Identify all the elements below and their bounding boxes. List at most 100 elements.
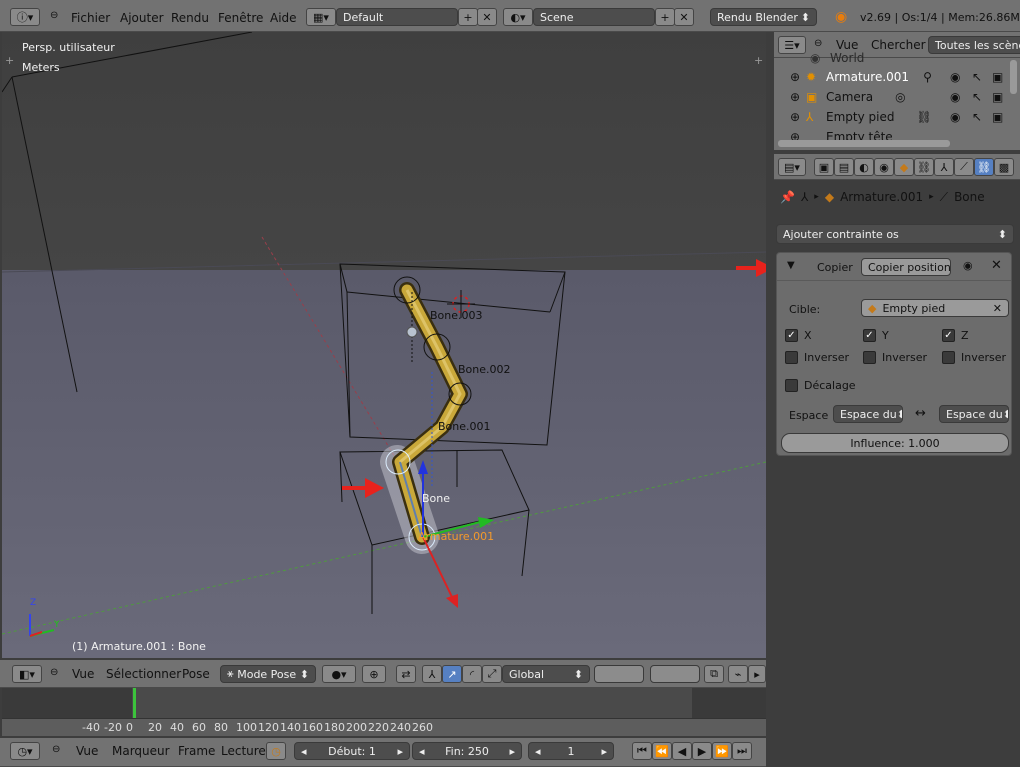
decrement-icon[interactable]: ◂ [535,745,541,758]
area-divider-vertical[interactable] [766,32,774,767]
properties-editor-type-icon[interactable]: ▤▾ [778,158,806,176]
collapse-panel-icon[interactable]: ▼ [787,260,795,271]
layer-buttons-b[interactable] [650,665,700,683]
bone-constraints-tab-icon[interactable]: ⛓ [974,158,994,176]
constraint-name[interactable]: Copier [817,261,853,274]
remove-scene-icon[interactable]: ✕ [674,8,694,26]
pin-icon[interactable]: 📌 [780,190,795,204]
invert-y-checkbox[interactable]: Inverser [863,351,927,364]
expand-icon[interactable]: ⊕ [790,110,806,124]
viewport-shading-icon[interactable]: ●▾ [322,665,356,683]
scene-icon[interactable]: ◐▾ [503,8,533,26]
menu-aide[interactable]: Aide [270,11,297,25]
armature-data-tab-icon[interactable]: ⅄ [934,158,954,176]
timeline-track[interactable] [2,688,766,718]
layers-tab-icon[interactable]: ▤ [834,158,854,176]
current-frame-marker[interactable] [133,688,136,718]
expand-icon[interactable]: ⊕ [790,90,806,104]
menu-vue-timeline[interactable]: Vue [76,744,98,758]
visibility-eye-icon[interactable]: ◉ [950,70,960,84]
menu-frame[interactable]: Frame [178,744,215,758]
render-camera-icon[interactable]: ▣ [992,90,1003,104]
target-field[interactable]: ◆ Empty pied ✕ [861,299,1009,317]
menu-rendu[interactable]: Rendu [171,11,209,25]
select-arrow-icon[interactable]: ↖ [972,90,982,104]
render-camera-icon[interactable]: ▣ [992,70,1003,84]
target-space-select[interactable]: Espace du⬍ [939,405,1009,423]
offset-checkbox[interactable]: Décalage [785,379,856,392]
outliner-row-world[interactable]: ◉ World [774,48,1020,68]
use-y-checkbox[interactable]: ✓ Y [863,329,889,342]
use-z-checkbox[interactable]: ✓ Z [942,329,969,342]
collapse-header-icon[interactable]: ⊖ [50,667,58,678]
play-icon[interactable]: ▶ [692,742,712,760]
outliner-row-empty-pied[interactable]: ⊕ ⅄ Empty pied ⛓ ◉ ↖ ▣ [774,107,1020,127]
texture-tab-icon[interactable]: ▩ [994,158,1014,176]
expand-icon[interactable]: ⊕ [790,70,806,84]
add-region-icon-left[interactable]: + [5,54,14,67]
pose-lock-icon[interactable]: ⇄ [396,665,416,683]
rotate-manipulator-icon[interactable]: ◜ [462,665,482,683]
menu-fichier[interactable]: Fichier [71,11,110,25]
outliner-row-camera[interactable]: ⊕ ▣ Camera ◎ ◉ ↖ ▣ [774,87,1020,107]
jump-start-icon[interactable]: ⏮ [632,742,652,760]
collapse-menus-icon[interactable]: ⊖ [50,10,58,21]
increment-icon[interactable]: ▸ [601,745,607,758]
info-editor-type-button[interactable]: ⓘ▾ [10,8,40,26]
screen-layout-field[interactable]: Default [336,8,458,26]
play-reverse-icon[interactable]: ◀ [672,742,692,760]
menu-marqueur[interactable]: Marqueur [112,744,170,758]
3d-viewport[interactable]: Persp. utilisateur Meters Bone.003 Bone.… [2,32,766,658]
use-x-checkbox[interactable]: ✓ X [785,329,812,342]
jump-key-back-icon[interactable]: ⏪ [652,742,672,760]
add-bone-constraint-select[interactable]: Ajouter contrainte os ⬍ [776,224,1014,244]
outliner-scrollbar[interactable] [1010,60,1017,94]
view3d-editor-type-icon[interactable]: ◧▾ [12,665,42,683]
timeline-ruler[interactable]: -40 -20 0 20 40 60 80 100 120 140 160 180 200 220 240 2… [2,718,766,736]
timeline-editor-type-icon[interactable]: ◷▾ [10,742,40,760]
snap-element-icon[interactable]: ▸ [748,665,766,683]
current-frame-field[interactable]: ◂ 1 ▸ [528,742,614,760]
constraint-panel-header[interactable]: ▼ Copier Copier position ◉ ✕ [777,253,1011,281]
decrement-icon[interactable]: ◂ [301,745,307,758]
jump-key-forward-icon[interactable]: ⏩ [712,742,732,760]
owner-space-select[interactable]: Espace du⬍ [833,405,903,423]
world-tab-icon[interactable]: ◉ [874,158,894,176]
influence-slider[interactable]: Influence: 1.000 [781,433,1009,453]
delete-constraint-icon[interactable]: ✕ [991,258,1002,273]
menu-lecture[interactable]: Lecture [221,744,266,758]
increment-icon[interactable]: ▸ [509,745,515,758]
select-arrow-icon[interactable]: ↖ [972,70,982,84]
increment-icon[interactable]: ▸ [397,745,403,758]
invert-z-checkbox[interactable]: Inverser [942,351,1006,364]
transform-orientation-select[interactable]: Global ⬍ [502,665,590,683]
constraint-type-field[interactable]: Copier position [861,258,951,276]
render-preview-icon[interactable]: ⧉ [704,665,724,683]
render-camera-icon[interactable]: ▣ [992,110,1003,124]
select-arrow-icon[interactable]: ↖ [972,110,982,124]
render-engine-select[interactable]: Rendu Blender ⬍ [710,8,817,26]
clear-target-icon[interactable]: ✕ [993,302,1002,315]
layer-buttons-a[interactable] [594,665,644,683]
render-tab-icon[interactable]: ▣ [814,158,834,176]
object-constraints-tab-icon[interactable]: ⛓ [914,158,934,176]
jump-end-icon[interactable]: ⏭ [732,742,752,760]
end-frame-field[interactable]: ◂ Fin: 250 ▸ [412,742,522,760]
bone-tab-icon[interactable]: ⟋ [954,158,974,176]
menu-selectionner[interactable]: Sélectionner [106,667,181,681]
outliner-row-armature[interactable]: ⊕ ✹ Armature.001 ⚲ ◉ ↖ ▣ [774,67,1020,87]
add-scene-icon[interactable]: + [655,8,675,26]
menu-pose[interactable]: Pose [182,667,210,681]
outliner-hscrollbar[interactable] [778,140,950,147]
snap-magnet-icon[interactable]: ⌁ [728,665,748,683]
scene-field[interactable]: Scene [533,8,655,26]
area-divider-horizontal[interactable] [774,150,1020,154]
manipulator-toggle-icon[interactable]: ⅄ [422,665,442,683]
mode-select[interactable]: ⚹ Mode Pose ⬍ [220,665,316,683]
visibility-eye-icon[interactable]: ◉ [950,90,960,104]
collapse-timeline-icon[interactable]: ⊖ [52,744,60,755]
translate-manipulator-icon[interactable]: ↗ [442,665,462,683]
add-layout-icon[interactable]: + [458,8,478,26]
menu-ajouter[interactable]: Ajouter [120,11,164,25]
scene-tab-icon[interactable]: ◐ [854,158,874,176]
